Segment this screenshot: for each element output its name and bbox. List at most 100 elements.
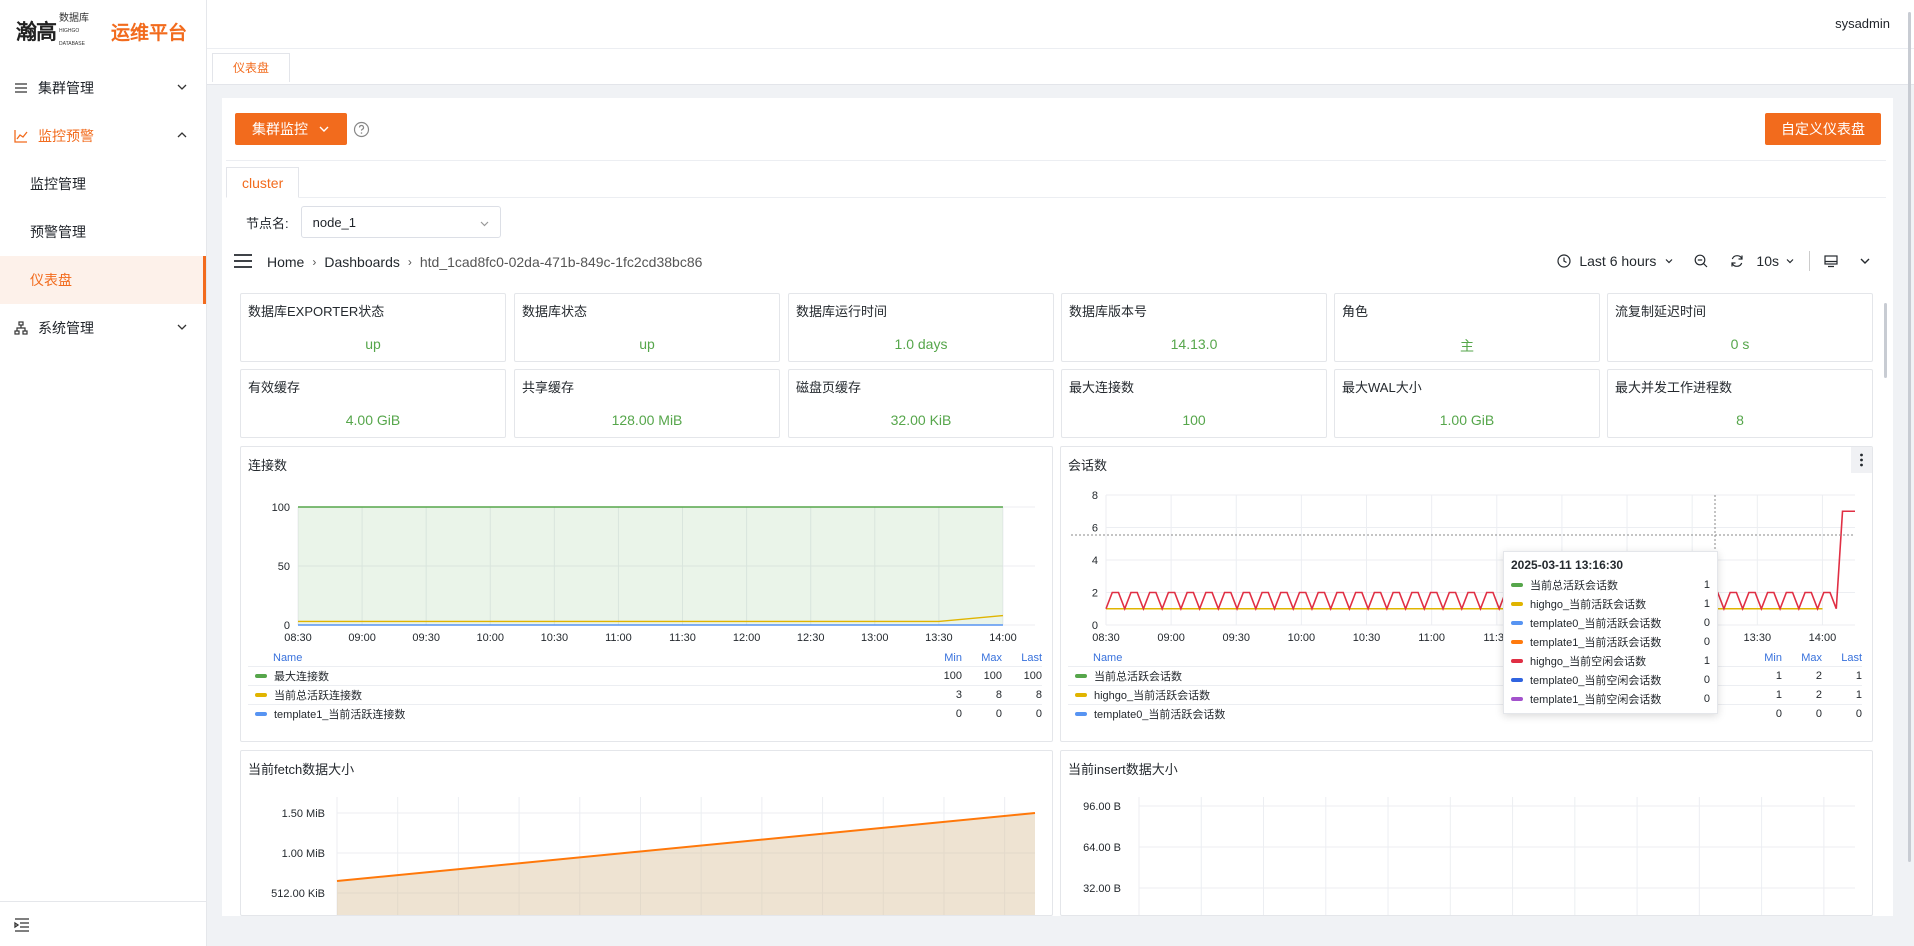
sidebar-item-monitoring[interactable]: 监控预警 — [0, 112, 206, 160]
time-range-picker[interactable]: Last 6 hours — [1557, 253, 1674, 269]
sidebar-subitem-dashboard[interactable]: 仪表盘 — [0, 256, 206, 304]
tooltip-series-name: highgo_当前空闲会话数 — [1530, 655, 1647, 668]
tooltip-row: template1_当前空闲会话数 0 — [1511, 689, 1710, 708]
fetch-size-chart[interactable]: 512.00 KiB 1.00 MiB 1.50 MiB — [241, 751, 1053, 916]
user-name[interactable]: sysadmin — [1835, 16, 1890, 31]
stat-value: 32.00 KiB — [890, 412, 952, 428]
clock-icon — [1557, 254, 1571, 268]
legend-min: 0 — [955, 708, 962, 720]
list-icon — [15, 83, 27, 93]
legend-row[interactable]: 当前总活跃会话数 1 2 1 — [1068, 666, 1862, 685]
y-tick-label: 1.50 MiB — [282, 808, 325, 820]
legend-row[interactable]: template0_当前活跃会话数 0 0 0 — [1068, 704, 1862, 723]
x-tick-label: 09:00 — [348, 632, 376, 644]
grafana-navbar: Home › Dashboards › htd_1cad8fc0-02da-47… — [234, 245, 1882, 279]
connections-chart[interactable]: 0 50 100 08:30 09:00 09:30 10:00 10:30 11:00 11:3… — [241, 447, 1053, 647]
insert-size-chart[interactable]: 32.00 B 64.00 B 96.00 B — [1061, 751, 1873, 916]
stat-title: 数据库EXPORTER状态 — [248, 304, 385, 319]
collapse-menu-icon[interactable] — [14, 918, 30, 932]
y-tick-label: 2 — [1092, 588, 1098, 600]
breadcrumb-separator: › — [312, 255, 317, 269]
cluster-monitor-dropdown[interactable]: 集群监控 — [235, 113, 347, 145]
chart-tooltip: 2025-03-11 13:16:30 当前总活跃会话数 1 highgo_当前活跃… — [1503, 551, 1718, 714]
tab-dashboard[interactable]: 仪表盘 — [212, 53, 291, 82]
grafana-scrollbar[interactable] — [1884, 303, 1887, 378]
legend-header-max[interactable]: Max — [1782, 652, 1822, 664]
stat-panel: 有效缓存 4.00 GiB — [240, 369, 506, 438]
node-select[interactable]: node_1 — [300, 206, 501, 238]
legend-row[interactable]: highgo_当前活跃会话数 1 2 1 — [1068, 685, 1862, 704]
tv-mode-button[interactable] — [1824, 254, 1838, 268]
y-tick-label: 6 — [1092, 523, 1098, 535]
legend-max: 8 — [995, 689, 1002, 701]
x-tick-label: 10:00 — [1288, 632, 1316, 644]
refresh-button[interactable] — [1730, 254, 1744, 268]
stat-value: 100 — [1182, 412, 1206, 428]
fetch-size-panel: 当前fetch数据大小 512.00 KiB 1.00 MiB 1.50 MiB — [240, 750, 1053, 916]
legend-swatch — [1075, 693, 1087, 697]
legend-swatch — [255, 693, 267, 697]
zoom-out-button[interactable] — [1694, 254, 1708, 268]
legend-min: 0 — [1775, 708, 1782, 720]
legend-header-max[interactable]: Max — [962, 652, 1002, 664]
sidebar-item-system-management[interactable]: 系统管理 — [0, 304, 206, 352]
tooltip-row: template0_当前空闲会话数 0 — [1511, 670, 1710, 689]
legend-header-last[interactable]: Last — [1822, 652, 1862, 664]
refresh-interval-picker[interactable]: 10s — [1756, 253, 1795, 269]
breadcrumb-dashboards[interactable]: Dashboards — [324, 254, 400, 270]
legend-min: 100 — [943, 670, 962, 682]
legend-header-min[interactable]: Min — [1742, 652, 1782, 664]
y-tick-label: 32.00 B — [1083, 883, 1121, 895]
x-tick-label: 09:00 — [1157, 632, 1185, 644]
tab-cluster[interactable]: cluster — [226, 167, 300, 198]
hamburger-menu-icon[interactable] — [234, 254, 252, 268]
platform-title: 运维平台 — [111, 22, 188, 44]
sessions-legend: Name Min Max Last 当前总活跃会话数 1 2 1 highgo_当前活跃… — [1068, 649, 1862, 723]
sidebar-subitem-alert-management[interactable]: 预警管理 — [0, 208, 206, 256]
legend-series-name: 最大连接数 — [274, 671, 329, 683]
legend-row[interactable]: template1_当前活跃连接数 0 0 0 — [248, 704, 1042, 723]
sidebar-item-cluster-management[interactable]: 集群管理 — [0, 64, 206, 112]
legend-series-name: 当前总活跃连接数 — [274, 690, 362, 702]
sessions-panel: 会话数 0 2 4 6 8 08:30 09:00 09:30 10:00 10:30 11:00 1… — [1060, 446, 1873, 742]
zoom-out-icon — [1695, 254, 1708, 268]
legend-header-last[interactable]: Last — [1002, 652, 1042, 664]
tooltip-series-name: highgo_当前活跃会话数 — [1530, 598, 1647, 611]
stat-title: 有效缓存 — [248, 380, 301, 395]
legend-header-name[interactable]: Name — [248, 652, 922, 664]
legend-last: 1 — [1855, 689, 1862, 701]
page-scrollbar[interactable] — [1908, 12, 1911, 862]
legend-min: 3 — [955, 689, 962, 701]
y-tick-label: 0 — [284, 620, 290, 632]
stat-title: 最大WAL大小 — [1342, 380, 1422, 395]
legend-row[interactable]: 当前总活跃连接数 3 8 8 — [248, 685, 1042, 704]
sidebar-subitem-label: 预警管理 — [30, 224, 86, 240]
chevron-down-icon — [1665, 259, 1673, 264]
tooltip-series-value: 0 — [1703, 692, 1710, 705]
legend-min: 1 — [1775, 689, 1782, 701]
node-filter-row: 节点名: node_1 — [226, 198, 1886, 246]
sidebar-subitem-monitor-management[interactable]: 监控管理 — [0, 160, 206, 208]
legend-row[interactable]: 最大连接数 100 100 100 — [248, 666, 1042, 685]
stat-panel: 角色主 — [1334, 293, 1600, 362]
legend-series: 最大连接数 — [248, 668, 922, 684]
sessions-chart[interactable]: 0246808:30 09:00 09:30 10:00 10:30 11:00 11:30… — [1061, 447, 1873, 647]
x-tick-label: 13:30 — [1744, 632, 1772, 644]
x-tick-label: 14:00 — [1809, 632, 1837, 644]
legend-min: 1 — [1775, 670, 1782, 682]
collapse-toolbar-button[interactable] — [1858, 254, 1872, 268]
sidebar-subitem-label: 监控管理 — [30, 176, 86, 192]
main-toolbar: 集群监控 自定义仪表盘 — [222, 98, 1893, 160]
help-icon[interactable] — [353, 121, 370, 138]
y-tick-label: 50 — [278, 561, 290, 573]
x-tick-label: 08:30 — [284, 632, 312, 644]
x-tick-label: 08:30 — [1092, 632, 1120, 644]
tooltip-series-name: template1_当前空闲会话数 — [1530, 693, 1662, 706]
legend-header-min[interactable]: Min — [922, 652, 962, 664]
top-header: sysadmin — [207, 0, 1914, 48]
y-tick-label: 64.00 B — [1083, 842, 1121, 854]
custom-dashboard-button[interactable]: 自定义仪表盘 — [1765, 113, 1881, 145]
breadcrumb-home[interactable]: Home — [267, 254, 304, 270]
tooltip-row: highgo_当前空闲会话数 1 — [1511, 651, 1710, 670]
cluster-tabs: cluster — [226, 161, 1886, 198]
